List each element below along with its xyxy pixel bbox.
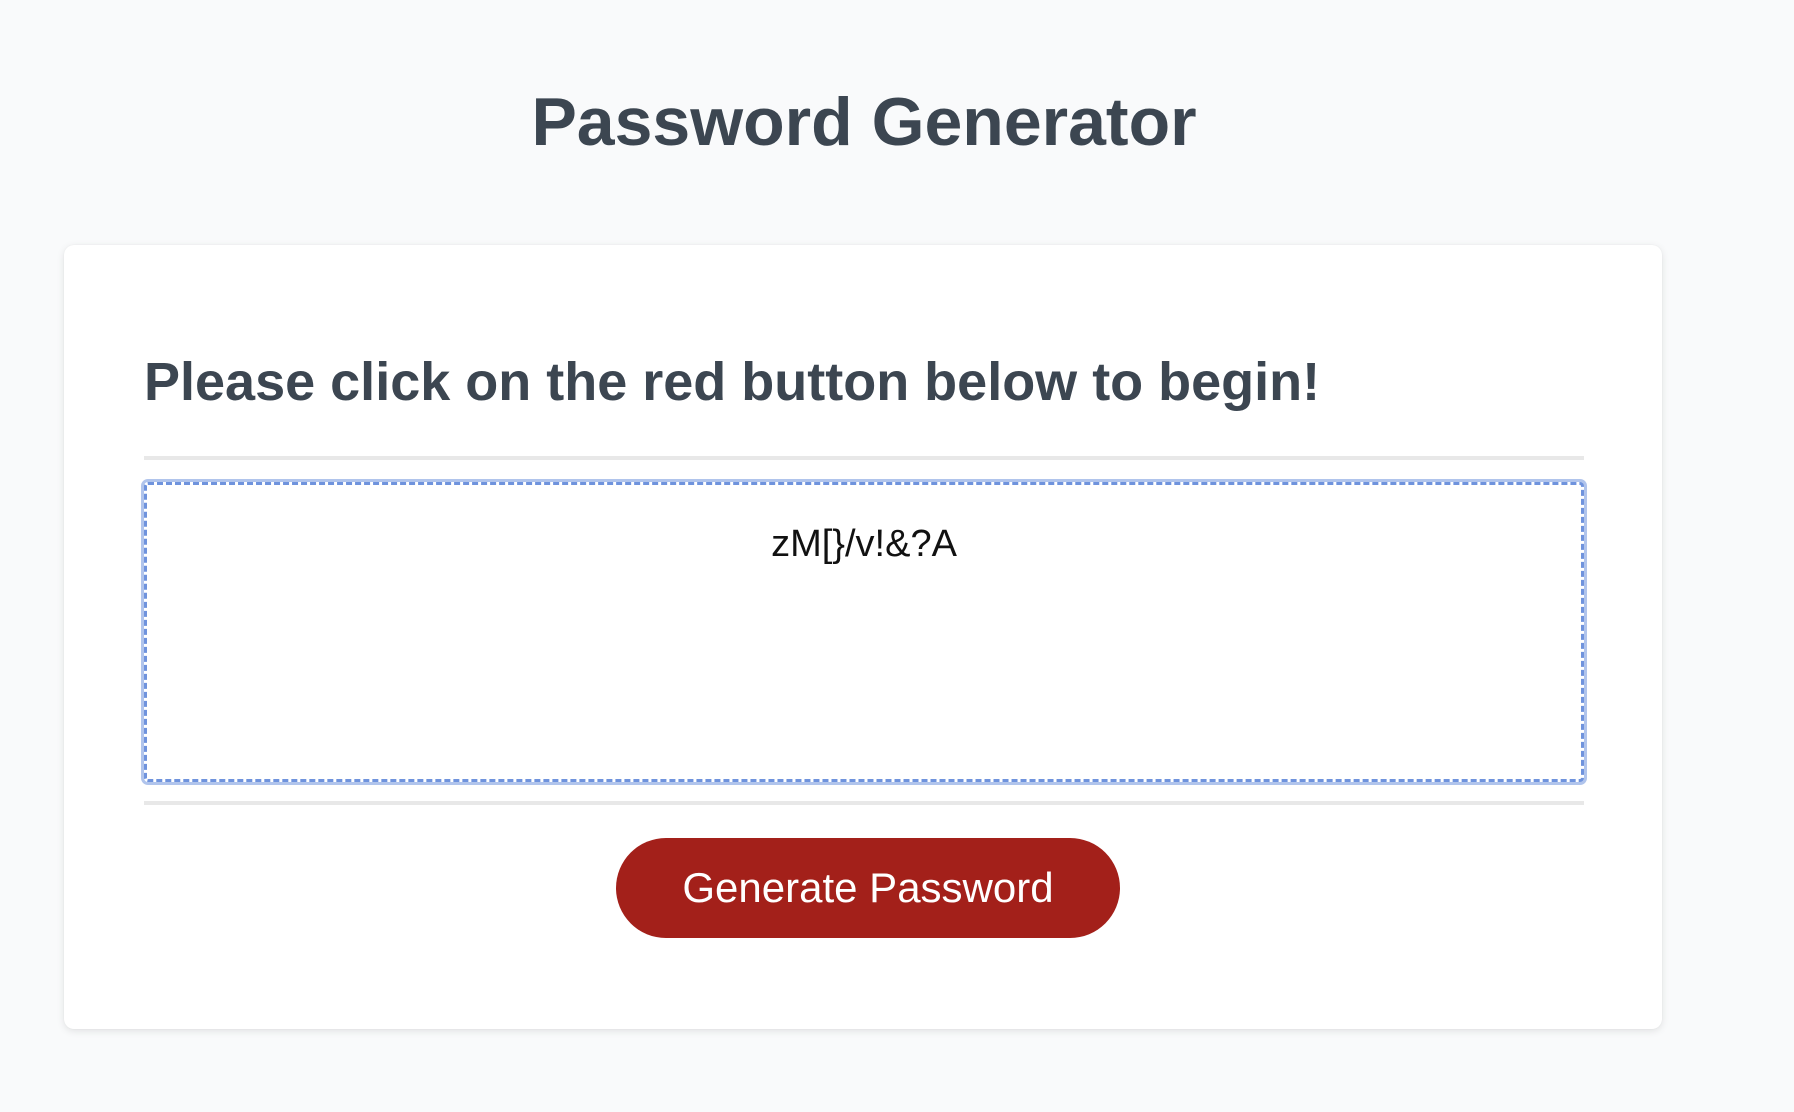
page-title: Password Generator xyxy=(531,84,1197,160)
divider-top xyxy=(144,456,1584,460)
password-card: Please click on the red button below to … xyxy=(64,245,1662,1029)
generate-password-button[interactable]: Generate Password xyxy=(616,838,1120,938)
password-output[interactable] xyxy=(141,479,1587,785)
divider-bottom xyxy=(144,801,1584,805)
card-heading: Please click on the red button below to … xyxy=(144,352,1321,412)
